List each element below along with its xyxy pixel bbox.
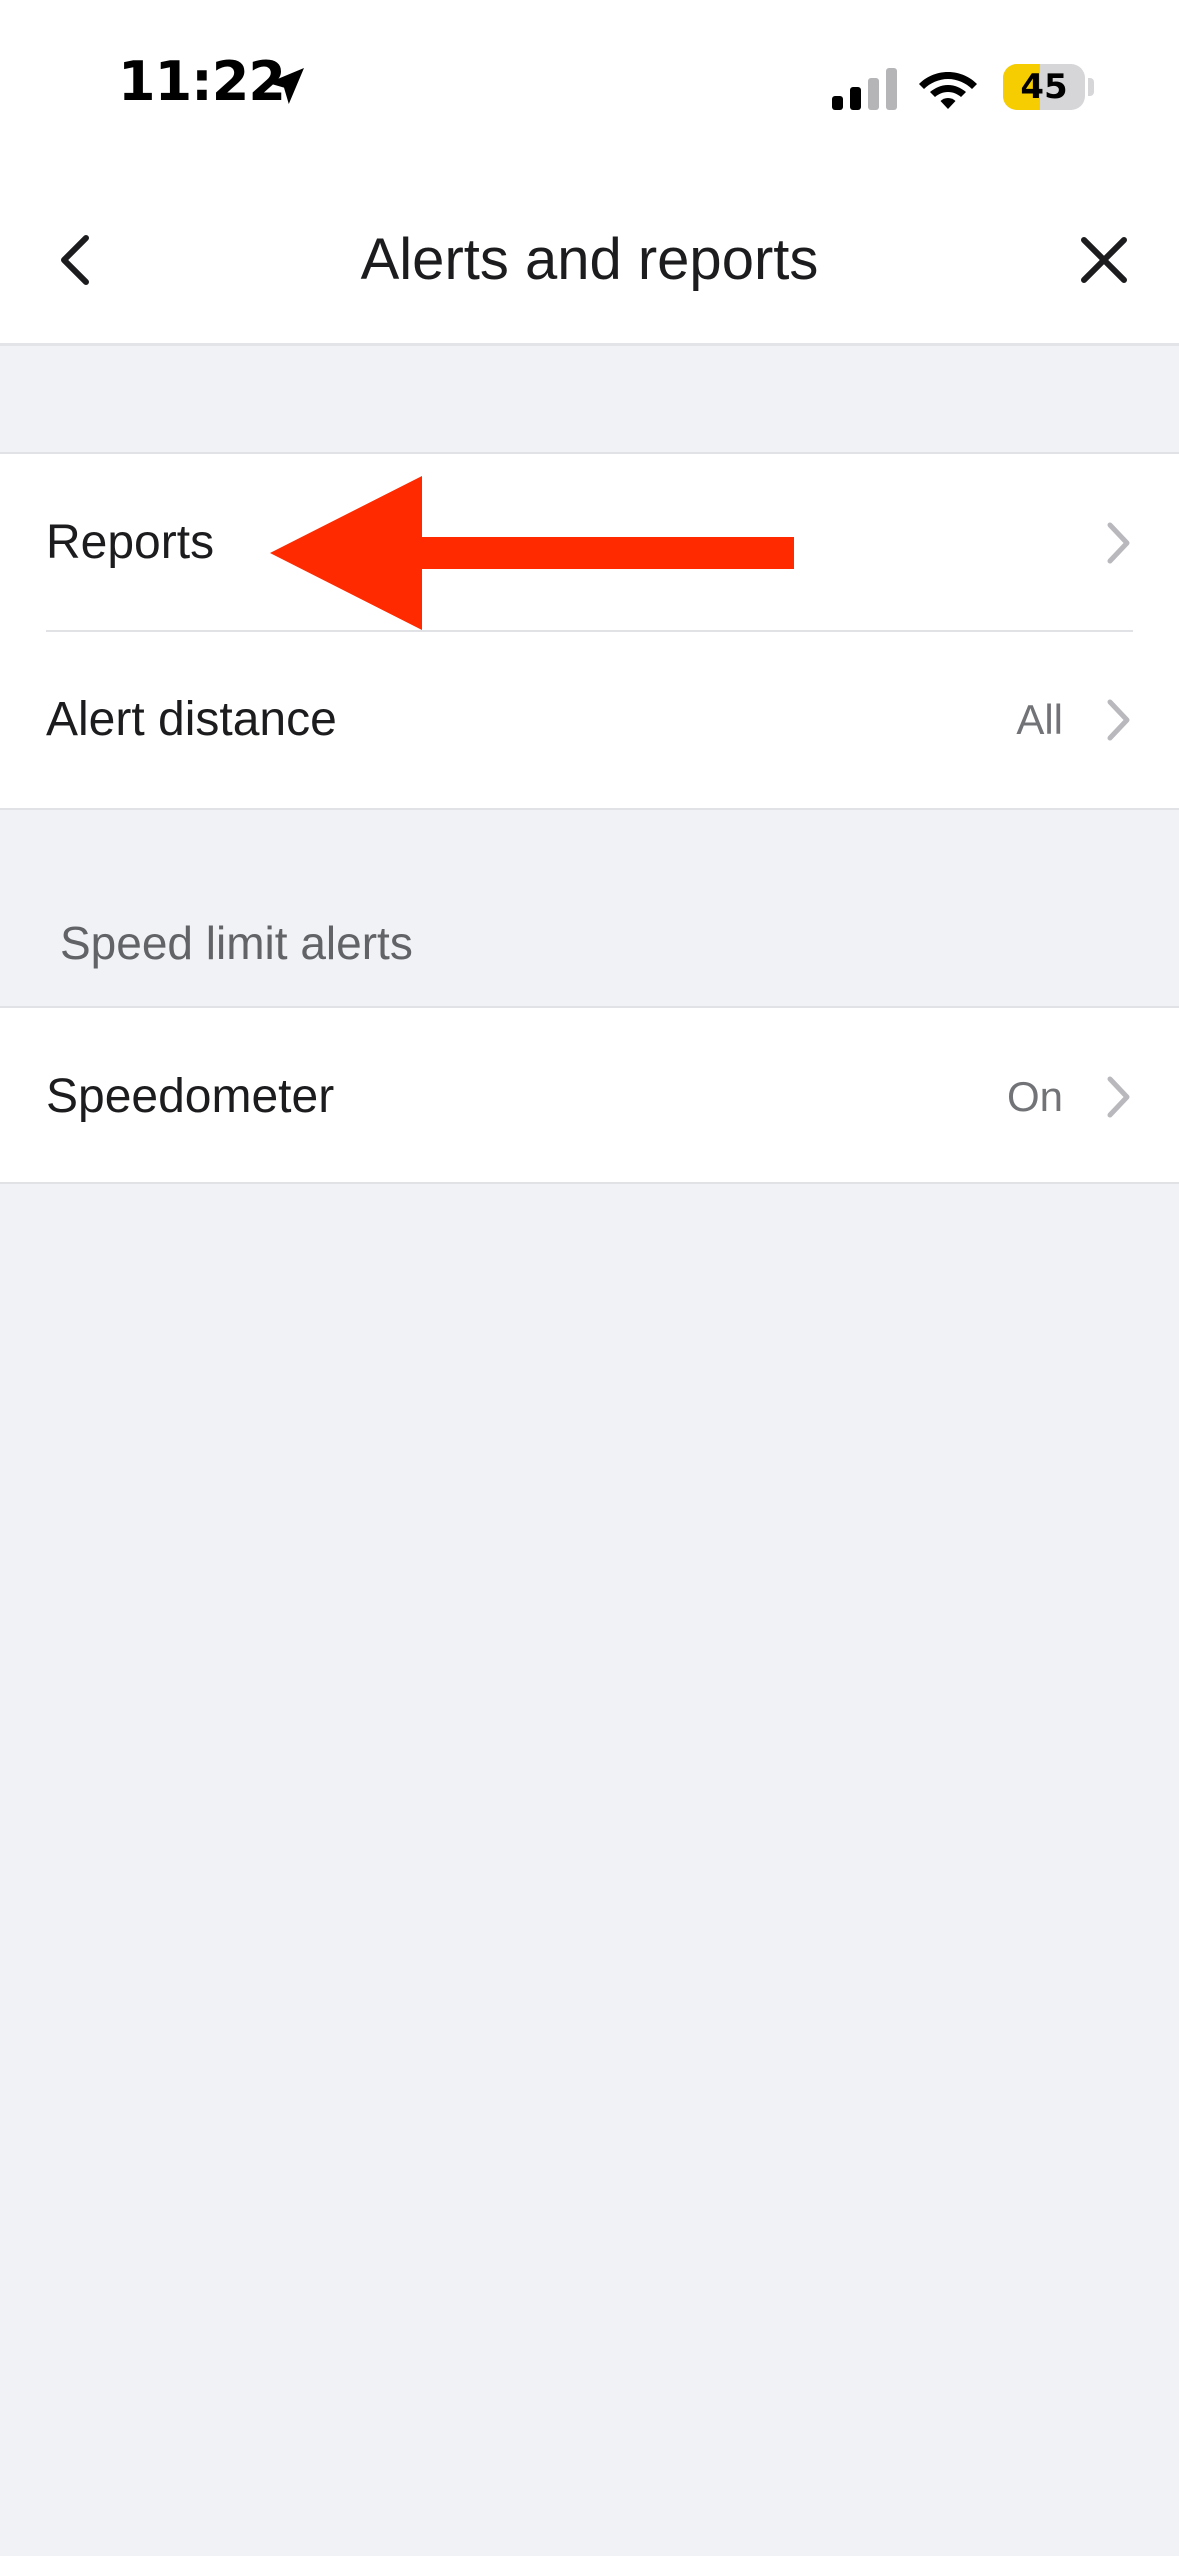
- page-title: Alerts and reports: [360, 227, 819, 292]
- speedometer-row[interactable]: Speedometer On: [0, 1008, 1179, 1185]
- screen: 11:22 45 Alerts and reports Reports Aler…: [0, 0, 1179, 2556]
- battery-icon: 45: [1003, 64, 1085, 110]
- status-time: 11:22: [118, 50, 286, 113]
- close-button[interactable]: [1072, 228, 1136, 292]
- alert-distance-value: All: [1016, 696, 1063, 743]
- settings-group-2: Speedometer On: [0, 1006, 1179, 1184]
- cellular-signal-icon: [832, 68, 897, 110]
- speedometer-value: On: [1006, 1073, 1063, 1120]
- alert-distance-row[interactable]: Alert distance All: [0, 631, 1179, 808]
- chevron-right-icon: [1107, 699, 1130, 741]
- section-header-speed-limit-alerts: Speed limit alerts: [60, 917, 413, 969]
- status-bar: 11:22 45: [0, 0, 1179, 180]
- wifi-icon: [919, 72, 977, 109]
- battery-level: 45: [1020, 67, 1068, 107]
- battery-tip: [1088, 78, 1094, 96]
- nav-header: Alerts and reports: [0, 180, 1179, 346]
- reports-label: Reports: [46, 516, 215, 569]
- alert-distance-label: Alert distance: [46, 693, 337, 746]
- chevron-right-icon: [1107, 1076, 1130, 1118]
- close-icon: [1081, 237, 1127, 283]
- chevron-right-icon: [1107, 522, 1130, 564]
- speedometer-label: Speedometer: [46, 1070, 335, 1123]
- red-arrow-icon: [270, 476, 794, 630]
- location-arrow-icon: [268, 68, 304, 104]
